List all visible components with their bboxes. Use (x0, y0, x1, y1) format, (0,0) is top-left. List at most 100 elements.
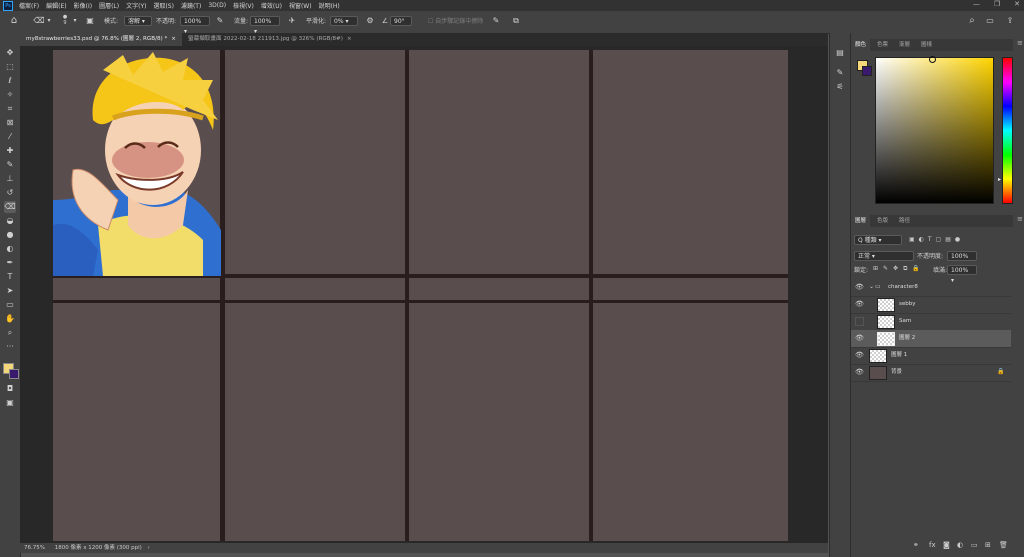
opacity-field[interactable]: 100% ▾ (180, 16, 210, 35)
brush-settings-icon[interactable]: ▣ (84, 16, 96, 26)
mode-select[interactable]: 溶解 ▾ (124, 16, 152, 26)
tab-paths[interactable]: 路徑 (895, 215, 914, 227)
pen-tool-icon[interactable]: ✒ (4, 257, 16, 269)
pen-pressure-opacity-icon[interactable]: ✎ (214, 16, 226, 26)
paint-bucket-tool-icon[interactable]: ◒ (4, 215, 16, 227)
link-layers-icon[interactable]: ⚭ (913, 541, 919, 549)
maximize-button[interactable]: ❐ (994, 0, 1000, 8)
menu-window[interactable]: 視窗(W) (289, 1, 312, 10)
visibility-eye-icon[interactable]: 👁 (855, 334, 864, 342)
home-icon[interactable]: ⌂ (8, 16, 20, 26)
blur-tool-icon[interactable]: ● (4, 229, 16, 241)
trash-icon[interactable]: 🗑 (999, 541, 1008, 549)
quick-mask-icon[interactable]: ◘ (4, 383, 16, 395)
menu-file[interactable]: 檔案(F) (19, 1, 39, 10)
healing-brush-tool-icon[interactable]: ✚ (4, 145, 16, 157)
canvas[interactable] (53, 50, 788, 541)
more-tools-icon[interactable]: ··· (4, 341, 16, 353)
smoothing-settings-gear-icon[interactable]: ⚙ (364, 16, 376, 26)
menu-layer[interactable]: 圖層(L) (99, 1, 119, 10)
adjustment-layer-icon[interactable]: ◐ (957, 541, 963, 549)
path-select-tool-icon[interactable]: ➤ (4, 285, 16, 297)
brush-size-picker[interactable]: ● 9 (60, 14, 70, 26)
layer-row[interactable]: 👁 圖層 1 (851, 347, 1011, 365)
erase-history-checkbox[interactable]: ☐ 自步驟記錄中擦除 (428, 16, 483, 27)
new-group-folder-icon[interactable]: ▭ (971, 541, 978, 549)
zoom-level[interactable]: 76.75% (24, 545, 45, 551)
tab-channels[interactable]: 色版 (873, 215, 892, 227)
group-expand-chevron-icon[interactable]: ⌄ (869, 283, 874, 290)
symmetry-icon[interactable]: ⧉ (510, 16, 522, 26)
menu-type[interactable]: 文字(Y) (126, 1, 146, 10)
fx-icon[interactable]: fx (929, 541, 936, 549)
tab-color[interactable]: 顏色 (851, 39, 871, 51)
zoom-tool-icon[interactable]: ⌕ (4, 327, 16, 339)
layer-opacity-field[interactable]: 100% ▾ (947, 251, 977, 270)
history-brush-tool-icon[interactable]: ↺ (4, 187, 16, 199)
crop-tool-icon[interactable]: ⌗ (4, 103, 16, 115)
workspace-icon[interactable]: ▭ (984, 16, 996, 26)
layer-row-group[interactable]: 👁 ⌄ ▭ character8 (851, 279, 1011, 297)
layer-row[interactable]: 👁 背景 🔒 (851, 364, 1011, 382)
brush-settings-panel-icon[interactable]: ✎ (834, 67, 846, 79)
move-tool-icon[interactable]: ✥ (4, 47, 16, 59)
tab-patterns[interactable]: 圖樣 (917, 39, 936, 51)
adjustments-panel-icon[interactable]: ⚟ (834, 81, 846, 93)
quick-select-tool-icon[interactable]: ✧ (4, 89, 16, 101)
menu-help[interactable]: 說明(H) (319, 1, 340, 10)
add-mask-icon[interactable]: ◙ (943, 541, 950, 549)
menu-edit[interactable]: 編輯(E) (46, 1, 66, 10)
eyedropper-tool-icon[interactable]: ⁄ (4, 131, 16, 143)
menu-select[interactable]: 選取(S) (153, 1, 174, 10)
fill-field[interactable]: 100% ▾ (947, 265, 977, 284)
pen-pressure-size-icon[interactable]: ✎ (490, 16, 502, 26)
rectangle-tool-icon[interactable]: ▭ (4, 299, 16, 311)
visibility-eye-icon[interactable]: 👁 (855, 368, 864, 376)
brush-tool-icon[interactable]: ✎ (4, 159, 16, 171)
brush-picker-arrow-icon[interactable]: ▾ (72, 16, 78, 26)
screen-mode-icon[interactable]: ▣ (4, 397, 16, 409)
color-picker-field[interactable] (875, 56, 994, 204)
lasso-tool-icon[interactable]: ℓ (4, 75, 16, 87)
close-tab-icon[interactable]: × (171, 36, 176, 42)
tab-screenshot[interactable]: 螢幕擷取畫面 2022-02-18 211913.jpg @ 326% (RGB… (182, 33, 382, 46)
lock-options-icons[interactable]: ⊞✎✥⧉🔒 (873, 265, 925, 273)
layer-row-selected[interactable]: 👁 圖層 2 (851, 330, 1011, 348)
type-tool-icon[interactable]: T (4, 271, 16, 283)
frame-tool-icon[interactable]: ⊠ (4, 117, 16, 129)
hand-tool-icon[interactable]: ✋ (4, 313, 16, 325)
history-panel-icon[interactable]: ▤ (834, 47, 846, 59)
tab-gradients[interactable]: 漸層 (895, 39, 914, 51)
close-tab-icon[interactable]: × (347, 36, 352, 42)
visibility-hidden-box[interactable] (855, 317, 864, 326)
visibility-eye-icon[interactable]: 👁 (855, 351, 864, 359)
tab-swatches[interactable]: 色票 (873, 39, 892, 51)
minimize-button[interactable]: — (973, 0, 980, 8)
hue-slider[interactable] (1002, 57, 1013, 204)
smoothing-field[interactable]: 0% ▾ (330, 16, 358, 26)
layer-row[interactable]: 👁 sebby (851, 296, 1011, 314)
background-color-swatch[interactable] (9, 369, 19, 379)
layer-filter-select[interactable]: Q 種類 ▾ (854, 235, 902, 245)
blend-mode-select[interactable]: 正常 ▾ (854, 251, 914, 261)
eraser-tool-icon[interactable]: ⌫ (4, 201, 16, 213)
angle-field[interactable]: 90° (390, 16, 412, 26)
layer-filter-icons[interactable]: ▣◐T▢▤● (909, 236, 964, 243)
panel-menu-icon[interactable]: ≡ (1017, 39, 1023, 47)
background-color-swatch[interactable] (862, 66, 872, 76)
menu-view[interactable]: 檢視(V) (233, 1, 254, 10)
menu-image[interactable]: 影像(I) (74, 1, 92, 10)
flow-field[interactable]: 100% ▾ (250, 16, 280, 35)
menu-filter[interactable]: 濾鏡(T) (181, 1, 201, 10)
visibility-eye-icon[interactable]: 👁 (855, 283, 864, 291)
color-picker-handle[interactable] (929, 56, 936, 63)
dodge-tool-icon[interactable]: ◐ (4, 243, 16, 255)
status-menu-arrow[interactable]: › (148, 545, 150, 551)
tab-layers[interactable]: 圖層 (851, 215, 871, 227)
marquee-tool-icon[interactable]: ⬚ (4, 61, 16, 73)
tool-preset-dropdown[interactable]: ▾ (46, 16, 52, 26)
search-icon[interactable]: ⌕ (966, 16, 978, 26)
layers-panel-menu-icon[interactable]: ≡ (1017, 215, 1023, 223)
new-layer-icon[interactable]: ⊞ (985, 541, 991, 549)
menu-3d[interactable]: 3D(D) (208, 2, 226, 9)
